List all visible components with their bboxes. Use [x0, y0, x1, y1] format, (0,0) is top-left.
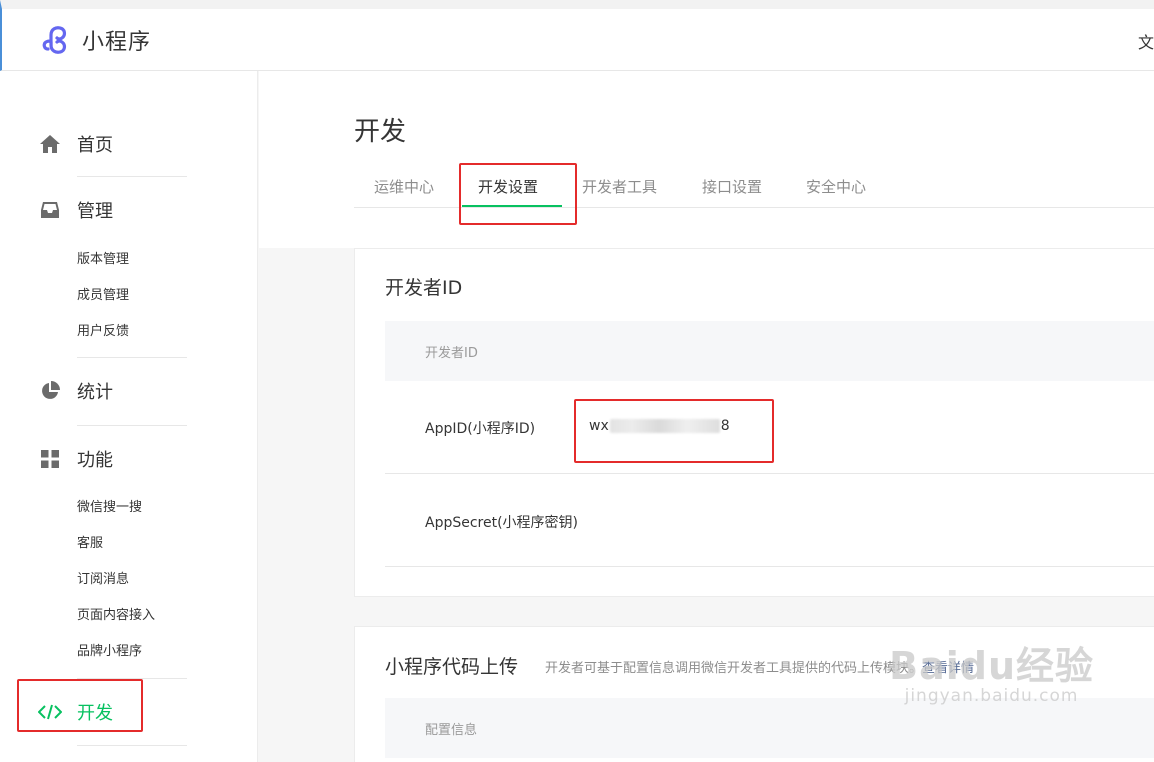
pie-chart-icon [38, 379, 62, 403]
appid-value[interactable]: wx 8 [589, 418, 730, 434]
sidebar-item-develop[interactable]: 开发 [38, 697, 113, 727]
section-title: 开发者ID [385, 277, 463, 299]
tab-dev-settings[interactable]: 开发设置 [478, 176, 538, 197]
sidebar-subnav-manage: 版本管理 成员管理 用户反馈 [38, 242, 129, 350]
table-header-label: 开发者ID [425, 346, 478, 361]
sidebar-subitem-page-content[interactable]: 页面内容接入 [38, 598, 155, 634]
sidebar-item-label: 开发 [77, 703, 113, 724]
hint-text: 开发者可基于配置信息调用微信开发者工具提供的代码上传模块。 [545, 661, 923, 676]
code-icon [38, 700, 62, 724]
active-tab-indicator [462, 205, 562, 207]
table-header-label: 配置信息 [425, 723, 478, 738]
divider [77, 678, 187, 679]
home-icon [38, 132, 62, 156]
sidebar: 首页 管理 版本管理 成员管理 用户反馈 统计 功能 微信搜一搜 客服 订阅消息… [0, 71, 258, 762]
sidebar-subitem-customer-service[interactable]: 客服 [38, 526, 155, 562]
tab-security-center[interactable]: 安全中心 [806, 176, 866, 197]
tab-bar: 运维中心 开发设置 开发者工具 接口设置 安全中心 [354, 166, 1154, 208]
divider [77, 745, 187, 746]
divider [77, 357, 187, 358]
table-row-appid: AppID(小程序ID) wx 8 [385, 381, 1154, 474]
divider [77, 176, 187, 177]
sidebar-subitem-feedback[interactable]: 用户反馈 [38, 314, 129, 350]
sidebar-subitem-members[interactable]: 成员管理 [38, 278, 129, 314]
miniprogram-logo-icon [42, 26, 67, 54]
redacted-appid [609, 419, 720, 433]
sidebar-item-features[interactable]: 功能 [38, 444, 113, 474]
divider [77, 425, 187, 426]
inbox-icon [38, 198, 62, 222]
sidebar-item-manage[interactable]: 管理 [38, 195, 113, 225]
page-header-area [259, 71, 1154, 248]
appid-label: AppID(小程序ID) [425, 421, 536, 437]
table-header: 开发者ID [385, 321, 1154, 381]
sidebar-item-label: 功能 [77, 450, 113, 471]
sidebar-item-label: 统计 [77, 382, 113, 403]
section-title: 小程序代码上传 [385, 656, 519, 678]
baidu-jingyan-watermark: Baidu经验 jingyan.baidu.com [889, 635, 1094, 706]
appid-suffix: 8 [720, 418, 730, 434]
sidebar-item-home[interactable]: 首页 [38, 129, 113, 159]
top-right-menu[interactable]: 文 [1138, 29, 1154, 53]
appsecret-label: AppSecret(小程序密钥) [425, 515, 579, 531]
table-row-appsecret: AppSecret(小程序密钥) [385, 474, 1154, 567]
sidebar-subitem-search[interactable]: 微信搜一搜 [38, 490, 155, 526]
developer-id-card: 开发者ID 开发者ID AppID(小程序ID) wx 8 AppSecret(… [354, 248, 1154, 597]
grid-icon [38, 447, 62, 471]
tab-dev-tools[interactable]: 开发者工具 [582, 176, 657, 197]
table-header: 配置信息 [385, 698, 1154, 758]
app-logo[interactable]: 小程序 [40, 23, 151, 57]
sidebar-subitem-version[interactable]: 版本管理 [38, 242, 129, 278]
appid-prefix: wx [589, 418, 609, 434]
page-title: 开发 [354, 117, 407, 147]
tab-ops-center[interactable]: 运维中心 [374, 176, 434, 197]
sidebar-item-stats[interactable]: 统计 [38, 376, 113, 406]
watermark-logo: Baidu经验 [889, 644, 1094, 688]
sidebar-subitem-subscription[interactable]: 订阅消息 [38, 562, 155, 598]
top-header: 小程序 文 [0, 0, 1154, 71]
sidebar-item-label: 管理 [77, 201, 113, 222]
sidebar-subnav-features: 微信搜一搜 客服 订阅消息 页面内容接入 品牌小程序 [38, 490, 155, 670]
app-name: 小程序 [82, 30, 152, 55]
sidebar-item-label: 首页 [77, 135, 113, 156]
tab-api-settings[interactable]: 接口设置 [702, 176, 762, 197]
watermark-url: jingyan.baidu.com [904, 686, 1079, 706]
sidebar-subitem-brand[interactable]: 品牌小程序 [38, 634, 155, 670]
